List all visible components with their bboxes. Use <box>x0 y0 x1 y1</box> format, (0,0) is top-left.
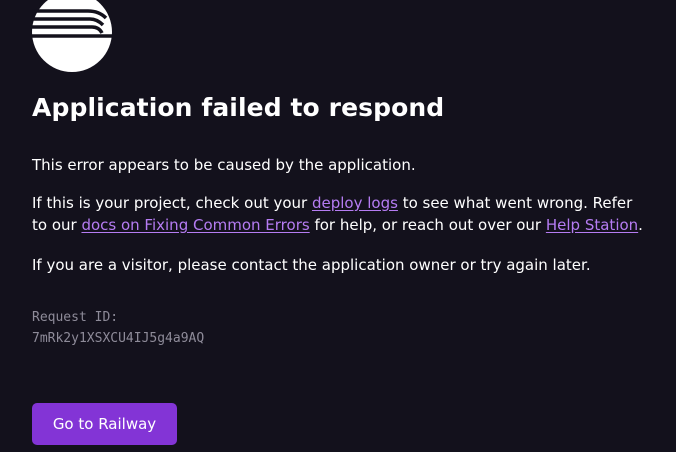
request-id-block: Request ID: 7mRk2y1XSXCU4IJ5g4a9AQ <box>32 307 204 349</box>
deploy-logs-link[interactable]: deploy logs <box>312 194 398 212</box>
docs-link[interactable]: docs on Fixing Common Errors <box>81 216 309 234</box>
railway-logo[interactable] <box>32 0 112 72</box>
error-page: Application failed to respond This error… <box>0 0 676 452</box>
project-text-help: for help, or reach out over our <box>309 216 546 234</box>
go-to-railway-button[interactable]: Go to Railway <box>32 403 177 445</box>
project-message: If this is your project, check out your … <box>32 192 644 236</box>
visitor-message: If you are a visitor, please contact the… <box>32 256 591 274</box>
project-text-suffix: . <box>638 216 643 234</box>
request-id-value: 7mRk2y1XSXCU4IJ5g4a9AQ <box>32 331 205 346</box>
project-text-prefix: If this is your project, check out your <box>32 194 312 212</box>
help-station-link[interactable]: Help Station <box>546 216 638 234</box>
railway-train-icon <box>32 0 112 72</box>
cause-message: This error appears to be caused by the a… <box>32 156 416 174</box>
page-title: Application failed to respond <box>32 93 445 122</box>
request-id-label: Request ID: <box>32 310 119 325</box>
